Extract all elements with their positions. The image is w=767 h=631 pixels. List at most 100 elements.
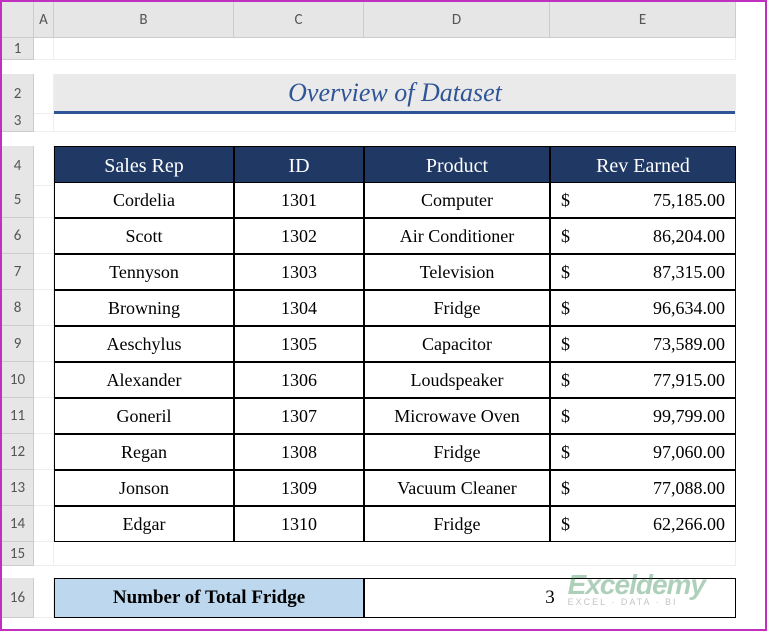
summary-label[interactable]: Number of Total Fridge	[54, 578, 364, 618]
cell-A15[interactable]	[34, 542, 54, 566]
table-cell-rep[interactable]: Cordelia	[54, 182, 234, 218]
currency-symbol: $	[561, 442, 570, 463]
row-header-7[interactable]: 7	[2, 254, 34, 290]
cell-A3[interactable]	[34, 110, 54, 132]
table-cell-rep[interactable]: Tennyson	[54, 254, 234, 290]
table-cell-product[interactable]: Fridge	[364, 290, 550, 326]
row-header-9[interactable]: 9	[2, 326, 34, 362]
table-cell-product[interactable]: Vacuum Cleaner	[364, 470, 550, 506]
cell-A7[interactable]	[34, 254, 54, 290]
table-cell-rev[interactable]: $86,204.00	[550, 218, 736, 254]
cell-A8[interactable]	[34, 290, 54, 326]
table-cell-id[interactable]: 1304	[234, 290, 364, 326]
cell-B1[interactable]	[54, 38, 736, 60]
table-cell-product[interactable]: Computer	[364, 182, 550, 218]
col-header-E[interactable]: E	[550, 2, 736, 38]
currency-symbol: $	[561, 406, 570, 427]
cell-A4[interactable]	[34, 146, 54, 186]
table-cell-product[interactable]: Microwave Oven	[364, 398, 550, 434]
table-cell-rep[interactable]: Alexander	[54, 362, 234, 398]
table-cell-rev[interactable]: $73,589.00	[550, 326, 736, 362]
row-header-6[interactable]: 6	[2, 218, 34, 254]
table-cell-rep[interactable]: Jonson	[54, 470, 234, 506]
cell-A9[interactable]	[34, 326, 54, 362]
currency-symbol: $	[561, 514, 570, 535]
currency-symbol: $	[561, 190, 570, 211]
table-cell-id[interactable]: 1308	[234, 434, 364, 470]
table-cell-product[interactable]: Fridge	[364, 506, 550, 542]
currency-symbol: $	[561, 334, 570, 355]
currency-symbol: $	[561, 370, 570, 391]
table-cell-rev[interactable]: $77,088.00	[550, 470, 736, 506]
select-all-corner[interactable]	[2, 2, 34, 38]
cell-A11[interactable]	[34, 398, 54, 434]
table-cell-rep[interactable]: Edgar	[54, 506, 234, 542]
table-cell-id[interactable]: 1305	[234, 326, 364, 362]
table-cell-rev[interactable]: $96,634.00	[550, 290, 736, 326]
table-cell-id[interactable]: 1302	[234, 218, 364, 254]
cell-row15[interactable]	[54, 542, 736, 566]
cell-row3[interactable]	[54, 110, 736, 132]
cell-A1[interactable]	[34, 38, 54, 60]
table-cell-rev[interactable]: $62,266.00	[550, 506, 736, 542]
table-cell-product[interactable]: Television	[364, 254, 550, 290]
cell-A16[interactable]	[34, 578, 54, 618]
cell-A5[interactable]	[34, 182, 54, 218]
spreadsheet-grid: A B C D E 1 2 Overview of Dataset 3 4 Sa…	[2, 2, 765, 614]
table-cell-rev[interactable]: $99,799.00	[550, 398, 736, 434]
table-header-id[interactable]: ID	[234, 146, 364, 186]
col-header-A[interactable]: A	[34, 2, 54, 38]
row-header-2[interactable]: 2	[2, 74, 34, 114]
currency-value: 62,266.00	[570, 514, 725, 535]
table-header-product[interactable]: Product	[364, 146, 550, 186]
cell-A10[interactable]	[34, 362, 54, 398]
currency-value: 99,799.00	[570, 406, 725, 427]
row-header-13[interactable]: 13	[2, 470, 34, 506]
table-cell-id[interactable]: 1307	[234, 398, 364, 434]
row-header-3[interactable]: 3	[2, 110, 34, 132]
currency-value: 77,915.00	[570, 370, 725, 391]
row-header-10[interactable]: 10	[2, 362, 34, 398]
table-cell-rev[interactable]: $77,915.00	[550, 362, 736, 398]
table-cell-product[interactable]: Air Conditioner	[364, 218, 550, 254]
col-header-B[interactable]: B	[54, 2, 234, 38]
table-cell-product[interactable]: Loudspeaker	[364, 362, 550, 398]
row-header-5[interactable]: 5	[2, 182, 34, 218]
row-header-1[interactable]: 1	[2, 38, 34, 60]
row-header-14[interactable]: 14	[2, 506, 34, 542]
col-header-C[interactable]: C	[234, 2, 364, 38]
row-header-4[interactable]: 4	[2, 146, 34, 186]
table-cell-rev[interactable]: $87,315.00	[550, 254, 736, 290]
currency-value: 87,315.00	[570, 262, 725, 283]
table-header-rev[interactable]: Rev Earned	[550, 146, 736, 186]
row-header-8[interactable]: 8	[2, 290, 34, 326]
table-cell-rep[interactable]: Regan	[54, 434, 234, 470]
row-header-15[interactable]: 15	[2, 542, 34, 566]
table-cell-id[interactable]: 1301	[234, 182, 364, 218]
cell-A12[interactable]	[34, 434, 54, 470]
table-header-rep[interactable]: Sales Rep	[54, 146, 234, 186]
row-header-11[interactable]: 11	[2, 398, 34, 434]
table-cell-id[interactable]: 1309	[234, 470, 364, 506]
cell-A6[interactable]	[34, 218, 54, 254]
table-cell-rep[interactable]: Goneril	[54, 398, 234, 434]
table-cell-product[interactable]: Capacitor	[364, 326, 550, 362]
table-cell-id[interactable]: 1303	[234, 254, 364, 290]
table-cell-rep[interactable]: Aeschylus	[54, 326, 234, 362]
table-cell-rep[interactable]: Browning	[54, 290, 234, 326]
cell-A2[interactable]	[34, 74, 54, 114]
row-header-12[interactable]: 12	[2, 434, 34, 470]
table-cell-rev[interactable]: $97,060.00	[550, 434, 736, 470]
page-title[interactable]: Overview of Dataset	[54, 74, 736, 114]
summary-value[interactable]: 3	[364, 578, 736, 618]
table-cell-rep[interactable]: Scott	[54, 218, 234, 254]
col-header-D[interactable]: D	[364, 2, 550, 38]
table-cell-id[interactable]: 1310	[234, 506, 364, 542]
table-cell-product[interactable]: Fridge	[364, 434, 550, 470]
table-cell-id[interactable]: 1306	[234, 362, 364, 398]
cell-A14[interactable]	[34, 506, 54, 542]
currency-value: 96,634.00	[570, 298, 725, 319]
table-cell-rev[interactable]: $75,185.00	[550, 182, 736, 218]
cell-A13[interactable]	[34, 470, 54, 506]
row-header-16[interactable]: 16	[2, 578, 34, 618]
